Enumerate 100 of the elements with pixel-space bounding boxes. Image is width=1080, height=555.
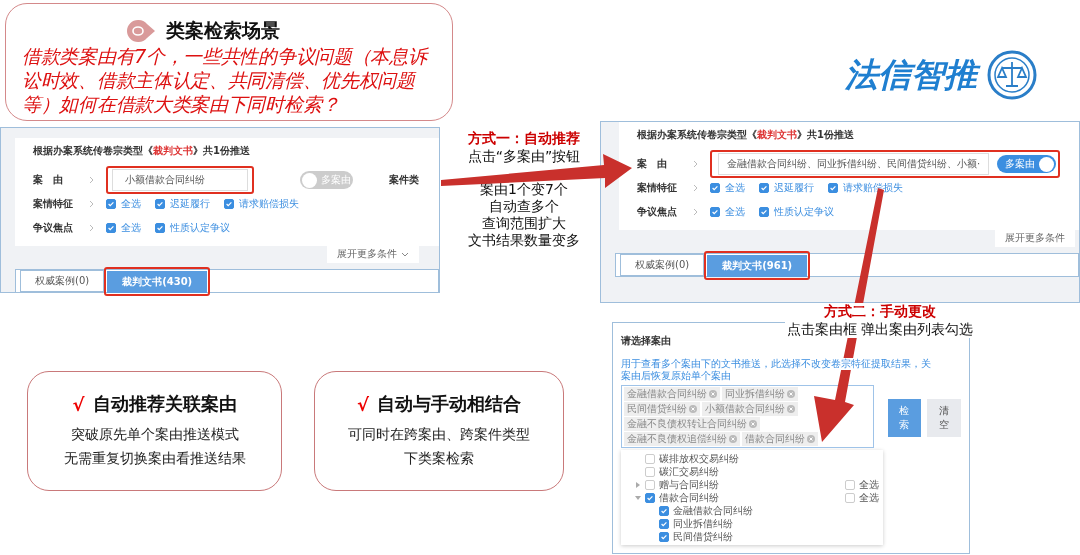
note-text: 自动查多个 — [488, 198, 560, 215]
field-label: 案 由 — [637, 157, 668, 171]
close-icon[interactable] — [807, 435, 815, 443]
checkbox[interactable] — [828, 183, 838, 193]
method-text: 点击“多案由”按钮 — [466, 148, 582, 165]
chevron-icon — [693, 160, 698, 168]
checkbox[interactable] — [645, 492, 655, 503]
badge-icon — [126, 19, 156, 43]
option-label[interactable]: 迟延履行 — [170, 197, 210, 211]
close-icon[interactable] — [787, 390, 795, 398]
checkbox[interactable] — [659, 518, 669, 529]
expand-link[interactable]: 展开更多条件 — [995, 230, 1075, 247]
card-text: 突破原先单个案由推送模式 — [69, 425, 240, 444]
option-label[interactable]: 迟延履行 — [774, 181, 814, 195]
close-icon[interactable] — [709, 390, 717, 398]
checkbox[interactable] — [710, 207, 720, 217]
checkbox[interactable] — [155, 199, 165, 209]
scales-emblem-icon — [987, 50, 1037, 100]
card-title: 自动与手动相结合 — [377, 392, 521, 416]
dialog-title: 请选择案由 — [621, 334, 671, 348]
checkbox[interactable] — [645, 479, 655, 490]
checkbox[interactable] — [659, 505, 669, 516]
slide-title: 类案检索场景 — [166, 18, 280, 43]
tree-item[interactable]: 借款合同纠纷 — [659, 490, 719, 505]
chevron-icon — [89, 176, 94, 184]
tag: 小额借款合同纠纷 — [702, 402, 798, 416]
checkbox[interactable] — [659, 531, 669, 542]
checkbox[interactable] — [155, 223, 165, 233]
chevron-icon — [89, 224, 94, 232]
checkbox[interactable] — [106, 223, 116, 233]
tag: 金融不良债权追偿纠纷 — [624, 432, 740, 446]
close-icon[interactable] — [689, 405, 697, 413]
chevron-icon — [693, 184, 698, 192]
note-text: 文书结果数量变多 — [467, 232, 581, 249]
clear-button[interactable]: 清空 — [927, 399, 961, 437]
method-title: 方式一：自动推荐 — [467, 130, 581, 148]
close-icon[interactable] — [729, 435, 737, 443]
tag: 同业拆借纠纷 — [722, 387, 798, 401]
checkbox[interactable] — [224, 199, 234, 209]
option-label[interactable]: 全选 — [121, 197, 141, 211]
card-title: 自动推荐关联案由 — [92, 392, 237, 416]
tag: 金融借款合同纠纷 — [624, 387, 720, 401]
checkbox[interactable] — [759, 207, 769, 217]
field-label: 争议焦点 — [33, 221, 74, 235]
tree-item[interactable]: 民间借贷纠纷 — [673, 529, 733, 544]
expander-icon[interactable] — [635, 494, 641, 501]
tree-item[interactable]: 碳排放权交易纠纷 — [659, 451, 739, 466]
tag: 借款合同纠纷 — [742, 432, 818, 446]
option-label[interactable]: 请求赔偿损失 — [239, 197, 299, 211]
option-label[interactable]: 性质认定争议 — [774, 205, 834, 219]
checkbox[interactable] — [106, 199, 116, 209]
chevron-icon — [89, 200, 94, 208]
checkbox[interactable] — [710, 183, 720, 193]
tab[interactable]: 权威案例(0) — [20, 270, 105, 292]
checkbox[interactable] — [845, 492, 855, 503]
field-label: 案件类 — [389, 173, 419, 187]
hint-text: 案由后恢复原始单个案由 — [621, 370, 731, 382]
tag: 民间借贷纠纷 — [624, 402, 700, 416]
tree-item[interactable]: 金融借款合同纠纷 — [673, 503, 753, 518]
expander-icon[interactable] — [635, 481, 641, 488]
option-label[interactable]: 全选 — [121, 221, 141, 235]
close-icon[interactable] — [749, 420, 757, 428]
cause-field[interactable]: 小额借款合同纠纷 — [112, 169, 248, 191]
card-text: 无需重复切换案由看推送结果 — [62, 449, 247, 468]
checkbox[interactable] — [645, 466, 655, 477]
note-text: 案由1个变7个 — [479, 181, 569, 198]
tree-item[interactable]: 碳汇交易纠纷 — [659, 464, 719, 479]
chevron-icon — [693, 208, 698, 216]
option-label[interactable]: 全选 — [725, 181, 745, 195]
option-label[interactable]: 性质认定争议 — [170, 221, 230, 235]
field-label: 案情特征 — [33, 197, 74, 211]
card-text: 可同时在跨案由、跨案件类型 — [347, 425, 531, 444]
tag: 金融不良债权转让合同纠纷 — [624, 417, 760, 431]
hint-text: 用于查看多个案由下的文书推送，此选择不改变卷宗特征提取结果，关 — [621, 358, 931, 370]
check-mark: √ — [357, 393, 369, 415]
card-text: 下类案检索 — [403, 449, 475, 468]
caret-icon — [401, 252, 409, 257]
multi-cause-toggle[interactable]: 多案由 — [997, 155, 1057, 173]
option-label[interactable]: 全选 — [725, 205, 745, 219]
field-label: 争议焦点 — [637, 205, 678, 219]
checkbox[interactable] — [845, 479, 855, 490]
method-text: 点击案由框 弹出案由列表勾选 — [784, 321, 976, 338]
tab[interactable]: 权威案例(0) — [620, 254, 705, 276]
note-text: 查询范围扩大 — [481, 215, 567, 232]
tree-item[interactable]: 同业拆借纠纷 — [673, 516, 733, 531]
option-label[interactable]: 全选 — [859, 490, 879, 505]
field-label: 案情特征 — [637, 181, 678, 195]
method-title: 方式二：手动更改 — [822, 303, 938, 321]
option-label[interactable]: 全选 — [859, 477, 879, 492]
question-text: 借款类案由有7个，一些共性的争议问题（本息诉讼时效、借款主体认定、共同清偿、优先权问题等）如何在借款大类案由下同时检索？ — [22, 44, 430, 116]
expand-link[interactable]: 展开更多条件 — [327, 246, 419, 263]
notice-text: 根据办案系统传卷宗类型《裁判文书》共1份推送 — [637, 128, 855, 142]
notice-text: 根据办案系统传卷宗类型《裁判文书》共1份推送 — [33, 144, 251, 158]
tree-item[interactable]: 赠与合同纠纷 — [659, 477, 719, 492]
close-icon[interactable] — [787, 405, 795, 413]
cause-field[interactable]: 金融借款合同纠纷、同业拆借纠纷、民间借贷纠纷、小额· — [718, 153, 990, 175]
check-mark: √ — [72, 393, 85, 415]
field-label: 案 由 — [33, 173, 64, 187]
checkbox[interactable] — [759, 183, 769, 193]
checkbox[interactable] — [645, 453, 655, 464]
